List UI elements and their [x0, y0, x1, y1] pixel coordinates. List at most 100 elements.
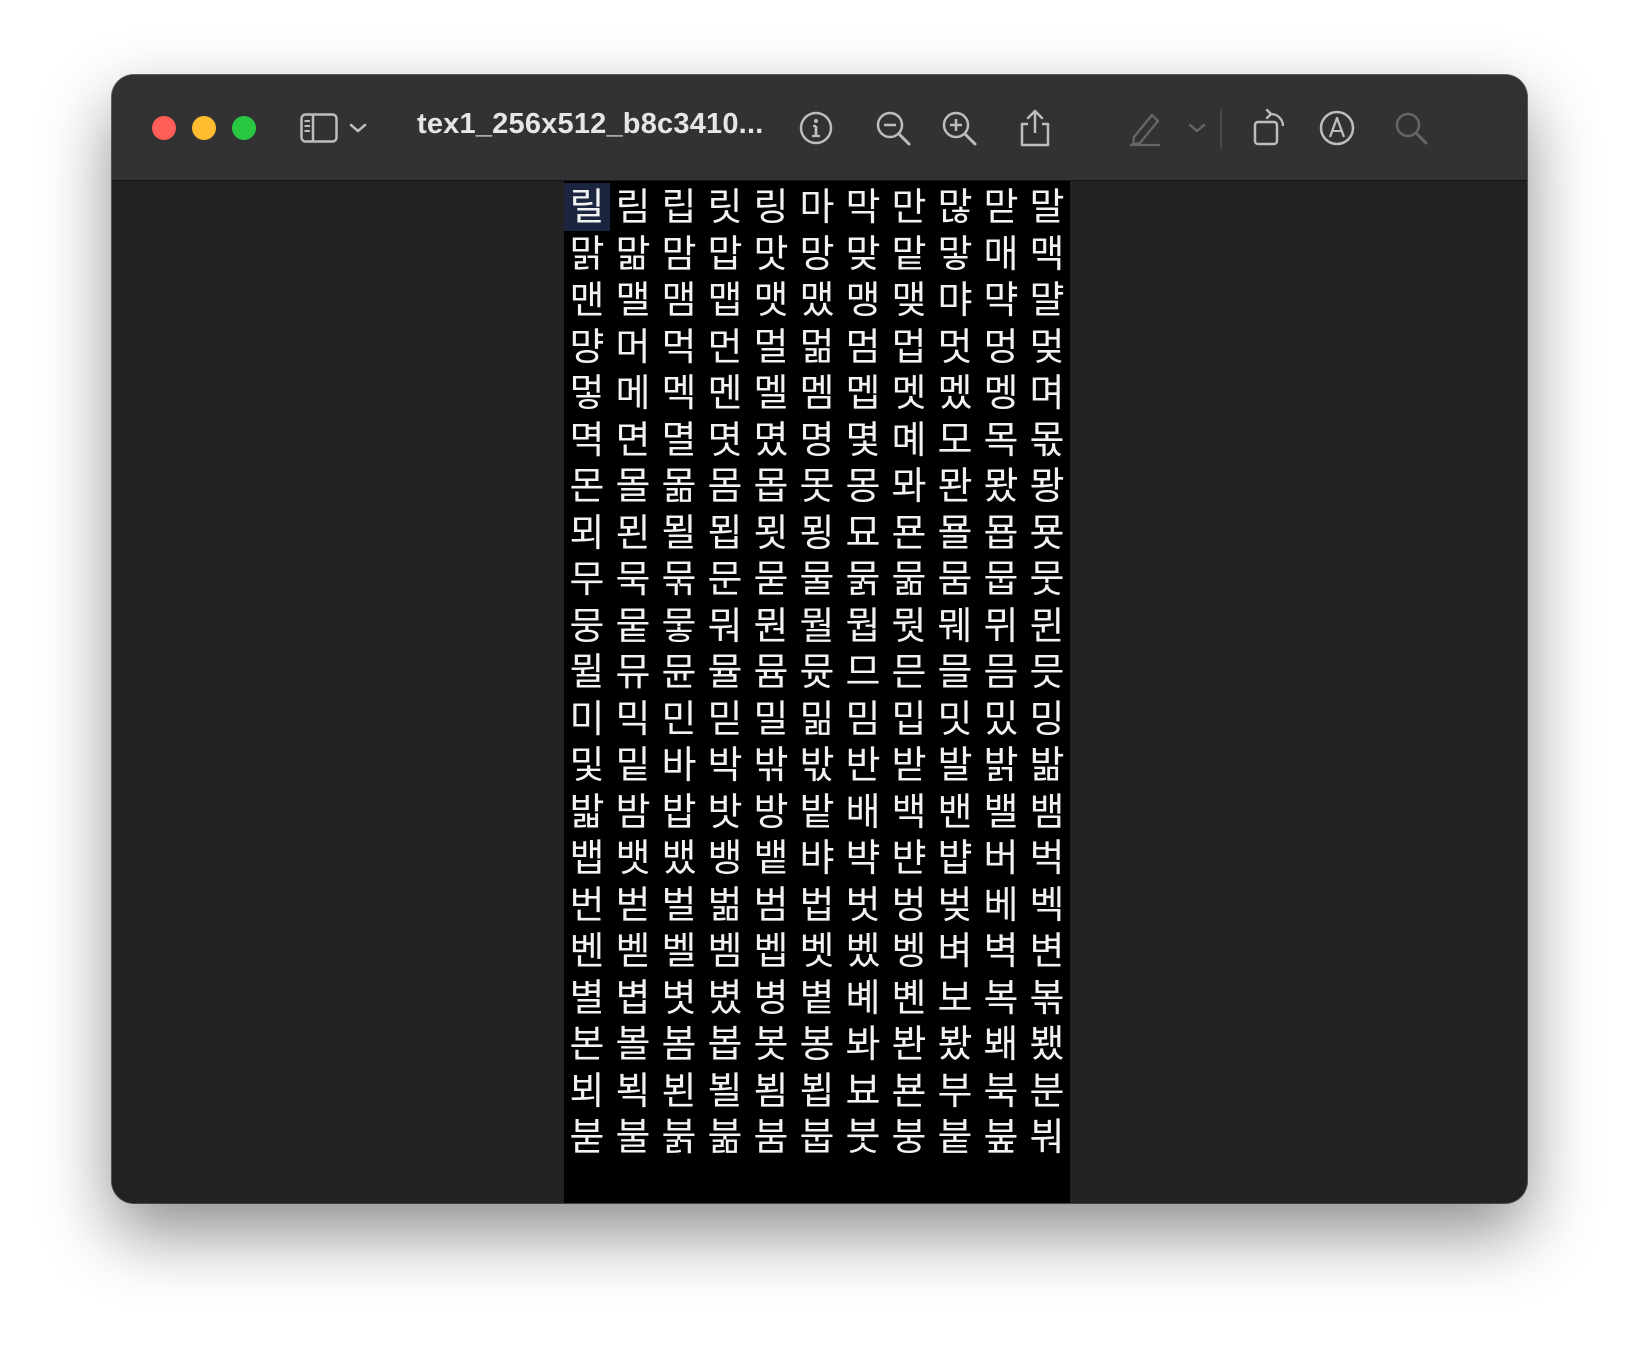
glyph-cell: 번	[569, 882, 605, 927]
glyph-cell: 못	[799, 464, 835, 508]
glyph-cell: 묾	[891, 557, 927, 601]
info-icon[interactable]	[795, 107, 837, 149]
glyph-cell: 볶	[1029, 975, 1065, 1020]
preview-window: tex1_256x512_b8c3410... 릴림립릿링마 막 만 많 맏 말…	[112, 75, 1527, 1203]
glyph-cell: 뫙	[1029, 464, 1065, 508]
glyph-cell: 복	[983, 975, 1019, 1020]
glyph-cell: 릴	[564, 183, 610, 231]
glyph-cell: 묶	[661, 557, 697, 601]
search-icon[interactable]	[1390, 107, 1432, 149]
glyph-cell: 멎	[1029, 324, 1065, 369]
glyph-cell: 맞	[845, 231, 881, 276]
maximize-button[interactable]	[232, 116, 256, 140]
zoom-out-icon[interactable]	[872, 107, 914, 149]
glyph-cell: 봇	[753, 1022, 789, 1066]
glyph-cell: 명	[799, 417, 835, 462]
minimize-button[interactable]	[192, 116, 216, 140]
glyph-row: 먕머먹먼멀멂멈멉멋멍멎	[564, 323, 1070, 371]
glyph-cell: 림	[615, 185, 651, 229]
share-icon[interactable]	[1014, 107, 1056, 149]
glyph-cell: 범	[753, 882, 789, 927]
glyph-cell: 뭬	[937, 603, 973, 648]
glyph-cell: 멸	[661, 417, 697, 462]
glyph-cell: 벋	[615, 882, 651, 927]
glyph-cell: 바	[661, 743, 697, 787]
glyph-cell: 방	[753, 789, 789, 834]
glyph-cell: 뵘	[753, 1068, 789, 1113]
glyph-cell: 만	[891, 185, 927, 229]
glyph-cell: 봅	[707, 1022, 743, 1066]
glyph-cell: 믓	[1029, 650, 1065, 694]
glyph-cell: 벨	[661, 929, 697, 973]
glyph-cell: 뭉	[569, 603, 605, 648]
rotate-icon[interactable]	[1249, 107, 1291, 149]
image-canvas[interactable]: 릴림립릿링마막만많맏말맑맒맘맙맛망맞맡맣매맥맨맬맴맵맷맸맹맺먀먁먈먕머먹먼멀멂멈…	[112, 181, 1527, 1203]
glyph-cell: 볘	[845, 975, 881, 1020]
glyph-cell: 면	[615, 417, 651, 462]
glyph-cell: 밸	[983, 789, 1019, 834]
glyph-cell: 맺	[891, 278, 927, 322]
chevron-down-icon[interactable]	[346, 107, 370, 149]
glyph-cell: 뵈	[569, 1068, 605, 1113]
glyph-cell: 벅	[1029, 836, 1065, 880]
glyph-cell: 벼	[937, 929, 973, 973]
close-button[interactable]	[152, 116, 176, 140]
glyph-cell: 말	[1029, 185, 1065, 229]
glyph-row: 별볍볏볐병볕볘볜보복볶	[564, 974, 1070, 1022]
glyph-cell: 버	[983, 836, 1019, 880]
glyph-cell: 박	[707, 743, 743, 787]
glyph-cell: 뫘	[983, 464, 1019, 508]
glyph-cell: 믿	[707, 696, 743, 741]
glyph-cell: 미	[569, 696, 605, 741]
glyph-cell: 맨	[569, 278, 605, 322]
glyph-cell: 밟	[569, 789, 605, 834]
glyph-cell: 맑	[569, 231, 605, 276]
glyph-cell: 몲	[661, 464, 697, 508]
glyph-cell: 붕	[891, 1115, 927, 1159]
glyph-cell: 뱀	[1029, 789, 1065, 834]
glyph-cell: 뭡	[845, 603, 881, 648]
zoom-in-icon[interactable]	[938, 107, 980, 149]
glyph-cell: 뫄	[891, 464, 927, 508]
glyph-cell: 보	[937, 975, 973, 1020]
glyph-cell: 벱	[753, 929, 789, 973]
glyph-cell: 뱐	[891, 836, 927, 880]
glyph-row: 붇불붉붊붐붑붓붕붙붚붜	[564, 1113, 1070, 1161]
glyph-cell: 볼	[615, 1022, 651, 1066]
glyph-cell: 받	[891, 743, 927, 787]
glyph-cell: 백	[891, 789, 927, 834]
glyph-row: 뫼묀묄묍묏묑묘묜묠묩묫	[564, 509, 1070, 557]
markup-pen-icon[interactable]	[1124, 107, 1166, 149]
glyph-cell: 붉	[661, 1115, 697, 1159]
chevron-down-icon[interactable]	[1184, 107, 1210, 149]
glyph-cell: 밗	[799, 743, 835, 787]
glyph-cell: 붓	[845, 1115, 881, 1159]
glyph-cell: 맸	[799, 278, 835, 322]
glyph-cell: 맥	[1029, 231, 1065, 276]
glyph-row: 뵈뵉뵌뵐뵘뵙뵤뵨부북분	[564, 1067, 1070, 1115]
glyph-cell: 볏	[661, 975, 697, 1020]
glyph-cell: 매	[983, 231, 1019, 276]
glyph-cell: 몹	[753, 464, 789, 508]
glyph-cell: 봉	[799, 1022, 835, 1066]
glyph-cell: 묠	[937, 510, 973, 555]
glyph-cell: 벎	[707, 882, 743, 927]
glyph-row: 멱면멸몃몄명몇몌모목몫	[564, 416, 1070, 464]
sidebar-toggle-icon[interactable]	[298, 107, 340, 149]
glyph-cell: 멀	[753, 324, 789, 369]
texture-image: 릴림립릿링마막만많맏말맑맒맘맙맛망맞맡맣매맥맨맬맴맵맷맸맹맺먀먁먈먕머먹먼멀멂멈…	[564, 181, 1070, 1203]
glyph-cell: 뵌	[661, 1068, 697, 1113]
glyph-cell: 망	[799, 231, 835, 276]
glyph-cell: 밤	[615, 789, 651, 834]
glyph-cell: 묵	[615, 557, 651, 601]
glyph-cell: 병	[753, 975, 789, 1020]
glyph-cell: 묑	[799, 510, 835, 555]
glyph-cell: 묩	[983, 510, 1019, 555]
glyph-cell: 불	[615, 1115, 651, 1159]
glyph-cell: 뵤	[845, 1068, 881, 1113]
glyph-cell: 뮴	[753, 650, 789, 694]
annotate-icon[interactable]	[1316, 107, 1358, 149]
glyph-cell: 뮈	[983, 603, 1019, 648]
glyph-cell: 밥	[661, 789, 697, 834]
glyph-cell: 붊	[707, 1115, 743, 1159]
